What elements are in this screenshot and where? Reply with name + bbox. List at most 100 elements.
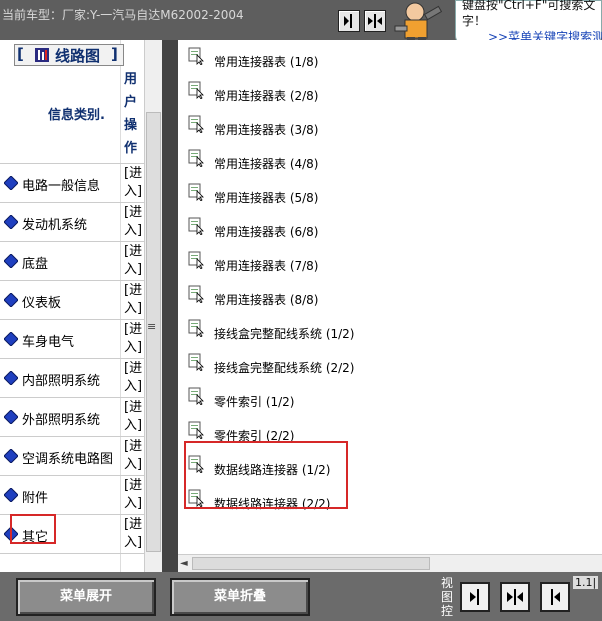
split-arrows-icon [368,14,382,28]
diamond-bullet-icon [4,293,18,307]
document-entry-label[interactable]: 常用连接器表 (5/8) [214,189,319,206]
document-link-icon [188,115,204,133]
mascot-icon [385,0,455,44]
diamond-bullet-icon [4,332,18,346]
enter-link[interactable]: [进入] [124,399,144,435]
view-control-label: 视图控 [441,576,454,618]
view-left-panel-button[interactable] [540,582,570,612]
document-entry[interactable]: 常用连接器表 (5/8) [188,181,488,215]
diamond-bullet-icon [4,410,18,424]
enter-link[interactable]: [进入] [124,321,144,357]
document-entry[interactable]: 常用连接器表 (2/8) [188,79,488,113]
column-header-info-category: 信息类别. [48,108,105,123]
category-label[interactable]: 内部照明系统 [22,370,100,389]
view-right-panel-button[interactable] [460,582,490,612]
category-label[interactable]: 空调系统电路图 [22,448,113,467]
panel-title-box: [ 线路图 ] [14,44,124,66]
wiring-diagram-icon [35,48,49,62]
view-right-button[interactable] [338,10,360,32]
category-label[interactable]: 仪表板 [22,292,61,311]
document-list-panel: 常用连接器表 (1/8) 常用连接器表 (2/8) 常用连接器表 (3/8) 常用连接… [178,40,602,572]
document-entry-label[interactable]: 常用连接器表 (3/8) [214,121,319,138]
document-entry[interactable]: 常用连接器表 (1/8) [188,45,488,79]
bracket-left: [ [17,45,24,63]
menu-collapse-button[interactable]: 菜单折叠 [170,578,310,616]
top-bar: 当前车型：厂家:Y-一汽马自达M62002-2004 键盘按"Ctrl+F"可搜… [0,0,602,44]
scroll-left-icon[interactable]: ◄ [180,558,188,569]
document-link-icon [188,81,204,99]
document-entry[interactable]: 常用连接器表 (8/8) [188,283,488,317]
enter-link[interactable]: [进入] [124,516,144,552]
document-entry[interactable]: 常用连接器表 (3/8) [188,113,488,147]
category-label[interactable]: 发动机系统 [22,214,87,233]
diamond-bullet-icon [4,215,18,229]
diamond-bullet-icon [4,176,18,190]
view-split-panel-button[interactable] [500,582,530,612]
document-link-icon [188,149,204,167]
category-row[interactable]: 发动机系统 [进入] [0,203,144,242]
arrow-right-icon [470,589,479,605]
version-label: 1.1| [573,576,599,589]
document-entry[interactable]: 接线盒完整配线系统 (2/2) [188,351,488,385]
category-row[interactable]: 仪表板 [进入] [0,281,144,320]
document-entry-label[interactable]: 接线盒完整配线系统 (1/2) [214,325,355,342]
menu-expand-button[interactable]: 菜单展开 [16,578,156,616]
document-entry[interactable]: 常用连接器表 (7/8) [188,249,488,283]
document-link-icon [188,353,204,371]
category-row[interactable]: 内部照明系统 [进入] [0,359,144,398]
document-entry-label[interactable]: 接线盒完整配线系统 (2/2) [214,359,355,376]
category-row[interactable]: 空调系统电路图 [进入] [0,437,144,476]
document-entry-label[interactable]: 常用连接器表 (6/8) [214,223,319,240]
enter-link[interactable]: [进入] [124,477,144,513]
document-link-icon [188,251,204,269]
category-label[interactable]: 底盘 [22,253,48,272]
document-entry-label[interactable]: 常用连接器表 (7/8) [214,257,319,274]
document-entry[interactable]: 接线盒完整配线系统 (1/2) [188,317,488,351]
enter-link[interactable]: [进入] [124,204,144,240]
current-vehicle-label: 当前车型：厂家:Y-一汽马自达M62002-2004 [2,8,244,22]
category-row[interactable]: 底盘 [进入] [0,242,144,281]
category-row[interactable]: 电路一般信息 [进入] [0,164,144,203]
horizontal-scrollbar-thumb[interactable] [192,557,430,570]
panel-splitter[interactable] [162,40,178,572]
document-entry[interactable]: 零件索引 (1/2) [188,385,488,419]
enter-link[interactable]: [进入] [124,243,144,279]
document-entry-label[interactable]: 零件索引 (1/2) [214,393,295,410]
diamond-bullet-icon [4,449,18,463]
tip-box: 键盘按"Ctrl+F"可搜索文字！ >>菜单关键字搜索测 [455,0,602,44]
document-link-icon [188,387,204,405]
view-split-button[interactable] [364,10,386,32]
document-entry[interactable]: 常用连接器表 (4/8) [188,147,488,181]
left-scrollbar[interactable]: ≡ [144,40,162,572]
app-window: 当前车型：厂家:Y-一汽马自达M62002-2004 键盘按"Ctrl+F"可搜… [0,0,602,621]
category-label[interactable]: 电路一般信息 [22,175,100,194]
category-label[interactable]: 附件 [22,487,48,506]
document-link-icon [188,285,204,303]
enter-link[interactable]: [进入] [124,438,144,474]
scroll-grip-icon: ≡ [147,320,157,333]
enter-link[interactable]: [进入] [124,282,144,318]
document-link-icon [188,47,204,65]
category-label[interactable]: 车身电气 [22,331,74,350]
highlight-box-other [10,514,56,544]
document-entry-label[interactable]: 常用连接器表 (4/8) [214,155,319,172]
highlight-box-data-connectors [184,441,348,509]
document-link-icon [188,421,204,439]
document-entry-label[interactable]: 常用连接器表 (8/8) [214,291,319,308]
category-row[interactable]: 外部照明系统 [进入] [0,398,144,437]
bracket-right: ] [111,45,118,63]
horizontal-scrollbar[interactable]: ◄ [178,554,602,572]
diamond-bullet-icon [4,488,18,502]
category-panel: [ 线路图 ] 信息类别. 用户操作 电路一般信息 [进入] 发动机系统 [进入] 底盘… [0,40,162,572]
document-entry-label[interactable]: 常用连接器表 (2/8) [214,87,319,104]
category-label[interactable]: 外部照明系统 [22,409,100,428]
document-entry-label[interactable]: 常用连接器表 (1/8) [214,53,319,70]
panel-title: 线路图 [55,47,101,65]
document-entry[interactable]: 常用连接器表 (6/8) [188,215,488,249]
column-header-user-action: 用户操作 [124,72,138,156]
category-row[interactable]: 车身电气 [进入] [0,320,144,359]
document-link-icon [188,183,204,201]
category-row[interactable]: 附件 [进入] [0,476,144,515]
enter-link[interactable]: [进入] [124,360,144,396]
enter-link[interactable]: [进入] [124,165,144,201]
